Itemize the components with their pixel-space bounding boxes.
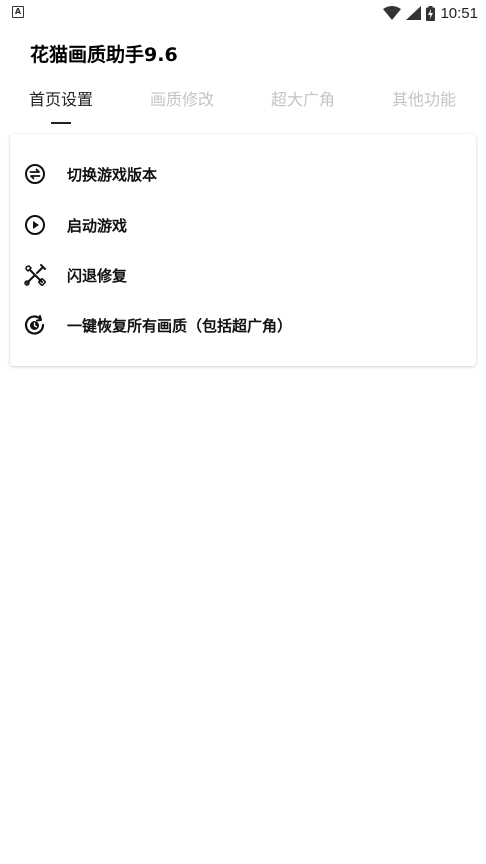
menu-card: 切换游戏版本 启动游戏 闪退修复 一键恢复所有画质（包括超广角） xyxy=(10,134,476,366)
play-icon xyxy=(23,213,47,237)
switch-icon xyxy=(23,162,47,186)
menu-label: 启动游戏 xyxy=(67,216,128,235)
wifi-icon xyxy=(383,6,402,20)
status-bar: A 10:51 xyxy=(0,0,486,26)
tab-quality-edit[interactable]: 画质修改 xyxy=(150,86,214,126)
menu-item-launch-game[interactable]: 启动游戏 xyxy=(10,200,476,250)
app-title: 花猫画质助手9.6 xyxy=(30,44,178,66)
menu-item-crash-fix[interactable]: 闪退修复 xyxy=(10,250,476,300)
menu-label: 一键恢复所有画质（包括超广角） xyxy=(67,316,293,335)
tab-wide-angle[interactable]: 超大广角 xyxy=(271,86,335,126)
tab-indicator xyxy=(51,122,71,124)
clock-time: 10:51 xyxy=(440,4,478,22)
signal-icon xyxy=(406,6,422,20)
menu-item-restore-quality[interactable]: 一键恢复所有画质（包括超广角） xyxy=(10,300,476,350)
tab-home-settings[interactable]: 首页设置 xyxy=(29,86,93,126)
menu-label: 闪退修复 xyxy=(67,266,128,285)
battery-charging-icon xyxy=(426,5,436,21)
status-icons: 10:51 xyxy=(383,2,478,24)
tools-icon xyxy=(23,263,47,287)
menu-label: 切换游戏版本 xyxy=(67,165,158,184)
menu-item-switch-version[interactable]: 切换游戏版本 xyxy=(10,149,476,199)
restore-icon xyxy=(23,313,47,337)
tab-bar: 首页设置 画质修改 超大广角 其他功能 xyxy=(0,86,486,126)
tab-other-functions[interactable]: 其他功能 xyxy=(392,86,456,126)
android-a-icon: A xyxy=(12,6,24,18)
